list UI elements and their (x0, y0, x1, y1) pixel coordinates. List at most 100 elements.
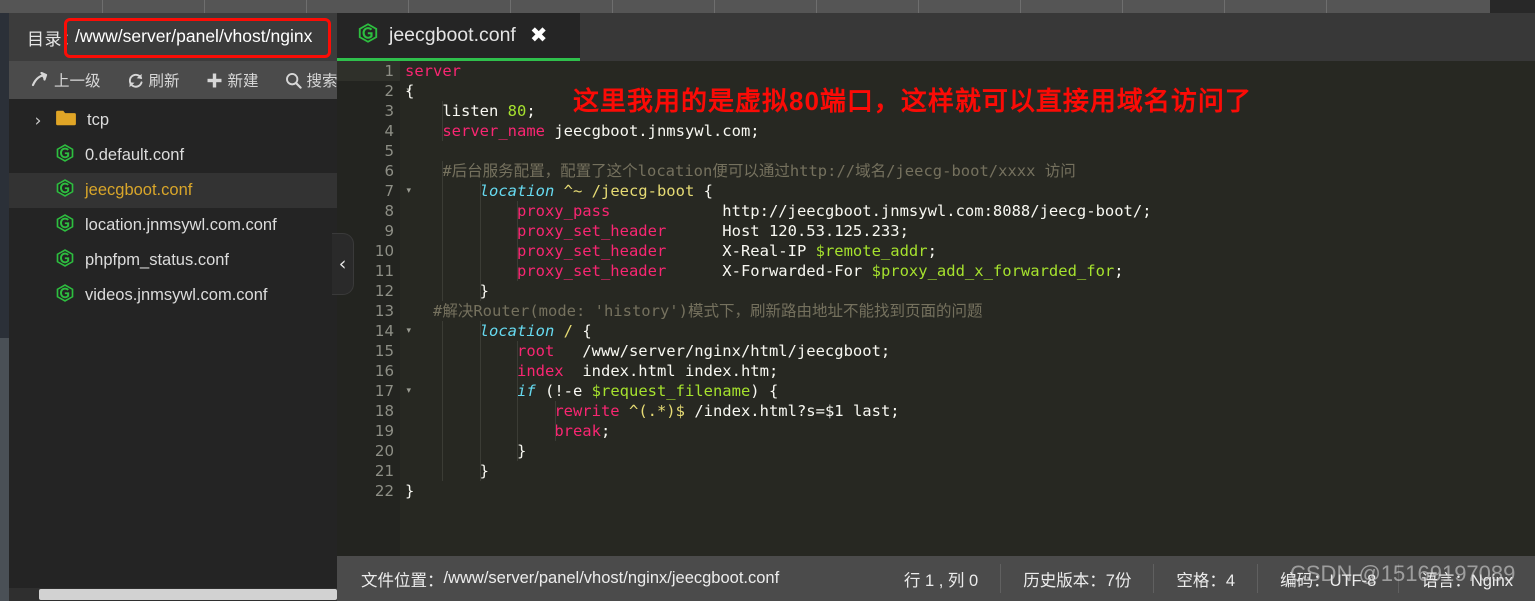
status-indent[interactable]: 空格：4 (1153, 564, 1257, 593)
editor-tab-bar: jeecgboot.conf ✖ (337, 13, 1535, 61)
code-line: #后台服务配置，配置了这个location便可以通过http://域名/jeec… (405, 161, 1535, 181)
top-tab-strip (0, 0, 1490, 13)
line-number-value: 5 (384, 142, 394, 160)
line-number-value: 21 (374, 462, 394, 480)
code-token: (!-e (535, 382, 592, 400)
toolbar-new-label: 新建 (227, 73, 259, 90)
indent-guide (442, 121, 444, 141)
indent-guide (479, 321, 481, 341)
code-token: } (405, 282, 489, 300)
indent-guide (479, 381, 481, 401)
code-editor[interactable]: 1 2 ▾ 3 4 5 6 7 ▾ 8 9 10 11 12 13 14 ▾ 15 16 17 ▾ 18 19 20 21 22 … (337, 61, 1535, 556)
line-number: 8 (337, 201, 400, 221)
directory-path[interactable]: /www/server/panel/vhost/nginx (75, 26, 312, 47)
top-tab-divider (1020, 0, 1021, 13)
top-tab-divider (1326, 0, 1327, 13)
line-number: 1 (337, 61, 400, 81)
file-list-item[interactable]: videos.jnmsywl.com.conf (9, 278, 337, 313)
top-tab-divider (408, 0, 409, 13)
code-line: break; (405, 421, 1535, 441)
file-list-item[interactable]: jeecgboot.conf (9, 173, 337, 208)
line-number-value: 10 (374, 242, 394, 260)
code-line: location / { (405, 321, 1535, 341)
indent-guide (442, 201, 444, 221)
top-tab-divider (918, 0, 919, 13)
code-token: { (694, 182, 713, 200)
indent-guide (479, 401, 481, 421)
code-line: proxy_set_header Host 120.53.125.233; (405, 221, 1535, 241)
line-number: 22 (337, 481, 400, 501)
close-icon[interactable]: ✖ (530, 25, 548, 46)
nginx-conf-icon (55, 178, 75, 203)
indent-guide (442, 421, 444, 441)
toolbar-new[interactable]: 新建 (206, 69, 259, 91)
file-list-item[interactable]: › tcp (9, 103, 337, 138)
code-token: location (479, 182, 555, 200)
file-list-item-label: 0.default.conf (85, 146, 185, 164)
scrollbar-thumb[interactable] (39, 589, 337, 600)
file-list-item[interactable]: phpfpm_status.conf (9, 243, 337, 278)
indent-guide (442, 181, 444, 201)
top-tab-divider (204, 0, 205, 13)
line-number-value: 18 (374, 402, 394, 420)
nginx-conf-icon (357, 22, 379, 49)
indent-guide (442, 321, 444, 341)
indent-guide (442, 401, 444, 421)
indent-guide (479, 261, 481, 281)
indent-guide (442, 441, 444, 461)
code-token: ; (1114, 262, 1124, 280)
code-token: ; (526, 102, 536, 120)
toolbar-up-level[interactable]: 上一级 (31, 69, 101, 91)
line-number-value: 17 (374, 382, 394, 400)
indent-guide (479, 441, 481, 461)
top-tab-divider (102, 0, 103, 13)
indent-guide (442, 241, 444, 261)
editor-tab-jeecgboot-conf[interactable]: jeecgboot.conf ✖ (337, 13, 580, 61)
code-token: } (405, 482, 415, 500)
red-annotation-text: 这里我用的是虚拟80端口，这样就可以直接用域名访问了 (573, 86, 1252, 116)
code-token: ^(.*)$ (628, 402, 685, 420)
line-number: 2 ▾ (337, 81, 411, 101)
indent-guide (442, 381, 444, 401)
code-token: server (405, 62, 461, 80)
code-token: Host 120.53.125.233; (666, 222, 909, 240)
toolbar-search[interactable]: 搜索 (285, 69, 338, 91)
code-token: index (516, 362, 564, 380)
line-number-value: 2 (384, 82, 394, 100)
sidebar-collapse-handle[interactable]: ‹ (332, 233, 354, 295)
code-token: #后台服务配置，配置了这个location便可以通过http://域名/jeec… (405, 162, 1076, 180)
line-number: 16 (337, 361, 400, 381)
code-token: root (516, 342, 555, 360)
chevron-right-icon[interactable]: › (31, 111, 45, 131)
code-content[interactable]: server { listen 80; server_name jeecgboot… (400, 61, 1535, 556)
line-number-value: 11 (374, 262, 394, 280)
arrow-up-level-icon (31, 72, 49, 88)
search-icon (285, 72, 302, 89)
file-list-item[interactable]: location.jnmsywl.com.conf (9, 208, 337, 243)
line-number-value: 8 (384, 202, 394, 220)
file-browser-hscrollbar[interactable] (9, 588, 337, 601)
status-cursor: 行 1 , 列 0 (903, 571, 979, 590)
top-tab-divider (1122, 0, 1123, 13)
indent-guide (479, 181, 481, 201)
line-number: 14 ▾ (337, 321, 411, 341)
toolbar-up-level-label: 上一级 (54, 73, 101, 90)
code-token: ; (927, 242, 937, 260)
file-list-item[interactable]: 0.default.conf (9, 138, 337, 173)
indent-guide (554, 401, 556, 421)
line-number: 15 (337, 341, 400, 361)
indent-guide (517, 381, 519, 401)
toolbar-refresh[interactable]: 刷新 (127, 69, 180, 91)
status-history[interactable]: 历史版本：7份 (1000, 564, 1153, 593)
code-line: proxy_set_header X-Real-IP $remote_addr; (405, 241, 1535, 261)
line-number-value: 15 (374, 342, 394, 360)
indent-guide (442, 361, 444, 381)
indent-guide (479, 341, 481, 361)
refresh-icon (127, 72, 144, 89)
code-line: server_name jeecgboot.jnmsywl.com; (405, 121, 1535, 141)
